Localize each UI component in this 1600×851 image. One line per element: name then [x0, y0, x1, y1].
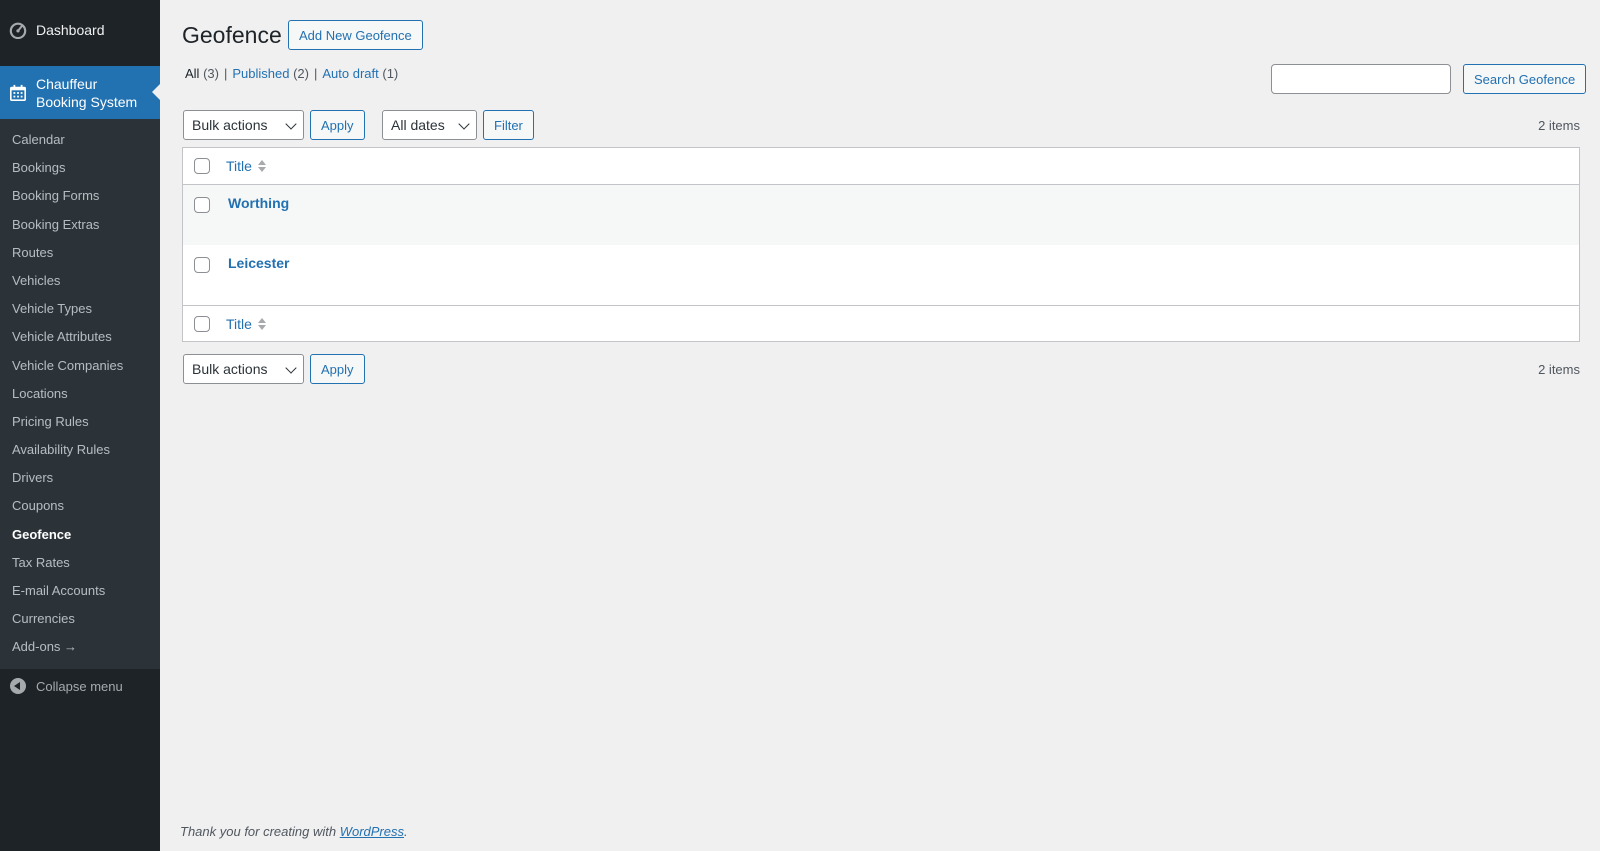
page-title: Geofence [182, 22, 282, 48]
filter-all-count: (3) [203, 66, 219, 81]
date-filter-select[interactable]: All dates [382, 110, 477, 140]
filter-autodraft-link[interactable]: Auto draft (1) [322, 66, 398, 81]
column-title-sort[interactable]: Title [226, 158, 266, 174]
sort-icon [257, 160, 266, 172]
collapse-arrow-icon [10, 678, 26, 694]
menu-dashboard-label: Dashboard [36, 22, 105, 38]
filter-all-link[interactable]: All (3) [185, 66, 219, 81]
submenu-item-calendar[interactable]: Calendar [0, 126, 160, 154]
submenu-item-pricing-rules[interactable]: Pricing Rules [0, 408, 160, 436]
submenu-item-drivers[interactable]: Drivers [0, 464, 160, 492]
submenu-item-bookings[interactable]: Bookings [0, 154, 160, 182]
column-title-sort-bottom[interactable]: Title [226, 316, 266, 332]
submenu-item-vehicle-types[interactable]: Vehicle Types [0, 295, 160, 323]
sort-icon [257, 318, 266, 330]
date-filter-value: All dates [391, 117, 445, 133]
apply-button-top[interactable]: Apply [310, 110, 365, 140]
submenu-item-vehicle-attributes[interactable]: Vehicle Attributes [0, 323, 160, 351]
search-input[interactable] [1271, 64, 1451, 94]
admin-sidebar: Dashboard Chauffeur Booking System Calen… [0, 0, 160, 851]
bulk-actions-value: Bulk actions [192, 117, 268, 133]
filter-published-count: (2) [293, 66, 309, 81]
table-row: Worthing [183, 185, 1579, 245]
row-checkbox[interactable] [194, 197, 210, 213]
submenu-item-booking-forms[interactable]: Booking Forms [0, 182, 160, 210]
submenu-item-locations[interactable]: Locations [0, 380, 160, 408]
wordpress-link[interactable]: WordPress [340, 824, 404, 839]
items-count-top: 2 items [1538, 118, 1580, 133]
bulk-actions-select-top[interactable]: Bulk actions [183, 110, 304, 140]
chevron-down-icon [285, 118, 297, 130]
submenu-item-email-accounts[interactable]: E-mail Accounts [0, 577, 160, 605]
collapse-menu-label: Collapse menu [36, 678, 123, 694]
calendar-icon [0, 84, 36, 102]
items-count-bottom: 2 items [1538, 362, 1580, 377]
filter-autodraft-count: (1) [382, 66, 399, 81]
submenu-item-vehicle-companies[interactable]: Vehicle Companies [0, 352, 160, 380]
filter-separator: | [313, 66, 318, 81]
filter-all-label: All [185, 66, 200, 81]
submenu-item-routes[interactable]: Routes [0, 239, 160, 267]
menu-chauffeur-booking-system[interactable]: Chauffeur Booking System [0, 66, 160, 119]
search-geofence-button[interactable]: Search Geofence [1463, 64, 1587, 94]
submenu-item-coupons[interactable]: Coupons [0, 492, 160, 520]
bulk-actions-value: Bulk actions [192, 361, 268, 377]
submenu-item-vehicles[interactable]: Vehicles [0, 267, 160, 295]
submenu-item-availability-rules[interactable]: Availability Rules [0, 436, 160, 464]
submenu-item-currencies[interactable]: Currencies [0, 605, 160, 633]
column-title-label: Title [226, 158, 252, 174]
row-checkbox[interactable] [194, 257, 210, 273]
chevron-down-icon [458, 118, 470, 130]
add-new-geofence-button[interactable]: Add New Geofence [288, 20, 423, 50]
submenu-item-geofence[interactable]: Geofence [0, 521, 160, 549]
select-all-checkbox[interactable] [194, 158, 210, 174]
menu-cbs-label-line1: Chauffeur [36, 75, 98, 92]
column-title-label: Title [226, 316, 252, 332]
filter-published-label: Published [232, 66, 290, 81]
submenu-item-add-ons[interactable]: Add-ons → [0, 633, 160, 661]
table-footer: Title [183, 305, 1579, 342]
apply-button-bottom[interactable]: Apply [310, 354, 365, 384]
footer-text-prefix: Thank you for creating with [180, 824, 340, 839]
select-all-checkbox-bottom[interactable] [194, 316, 210, 332]
chevron-down-icon [285, 362, 297, 374]
row-title-link[interactable]: Leicester [226, 255, 289, 271]
table-header: Title [183, 148, 1579, 185]
row-title-link[interactable]: Worthing [226, 195, 289, 211]
filter-button[interactable]: Filter [483, 110, 534, 140]
filter-separator: | [223, 66, 228, 81]
footer-text-suffix: . [404, 824, 408, 839]
geofence-table: Title Worthing Leicester Title [182, 147, 1580, 342]
bulk-actions-select-bottom[interactable]: Bulk actions [183, 354, 304, 384]
submenu-item-tax-rates[interactable]: Tax Rates [0, 549, 160, 577]
menu-cbs-label: Chauffeur Booking System [36, 75, 137, 111]
submenu-item-booking-extras[interactable]: Booking Extras [0, 211, 160, 239]
status-filters: All (3) | Published (2) | Auto draft (1) [185, 66, 398, 81]
menu-dashboard[interactable]: Dashboard [0, 12, 160, 48]
submenu: Calendar Bookings Booking Forms Booking … [0, 119, 160, 669]
menu-cbs-label-line2: Booking System [36, 93, 138, 110]
filter-published-link[interactable]: Published (2) [232, 66, 309, 81]
filter-autodraft-label: Auto draft [322, 66, 379, 81]
dashboard-icon [0, 21, 36, 39]
table-row: Leicester [183, 245, 1579, 305]
footer-credit: Thank you for creating with WordPress. [180, 824, 408, 839]
collapse-menu-button[interactable]: Collapse menu [0, 674, 160, 698]
